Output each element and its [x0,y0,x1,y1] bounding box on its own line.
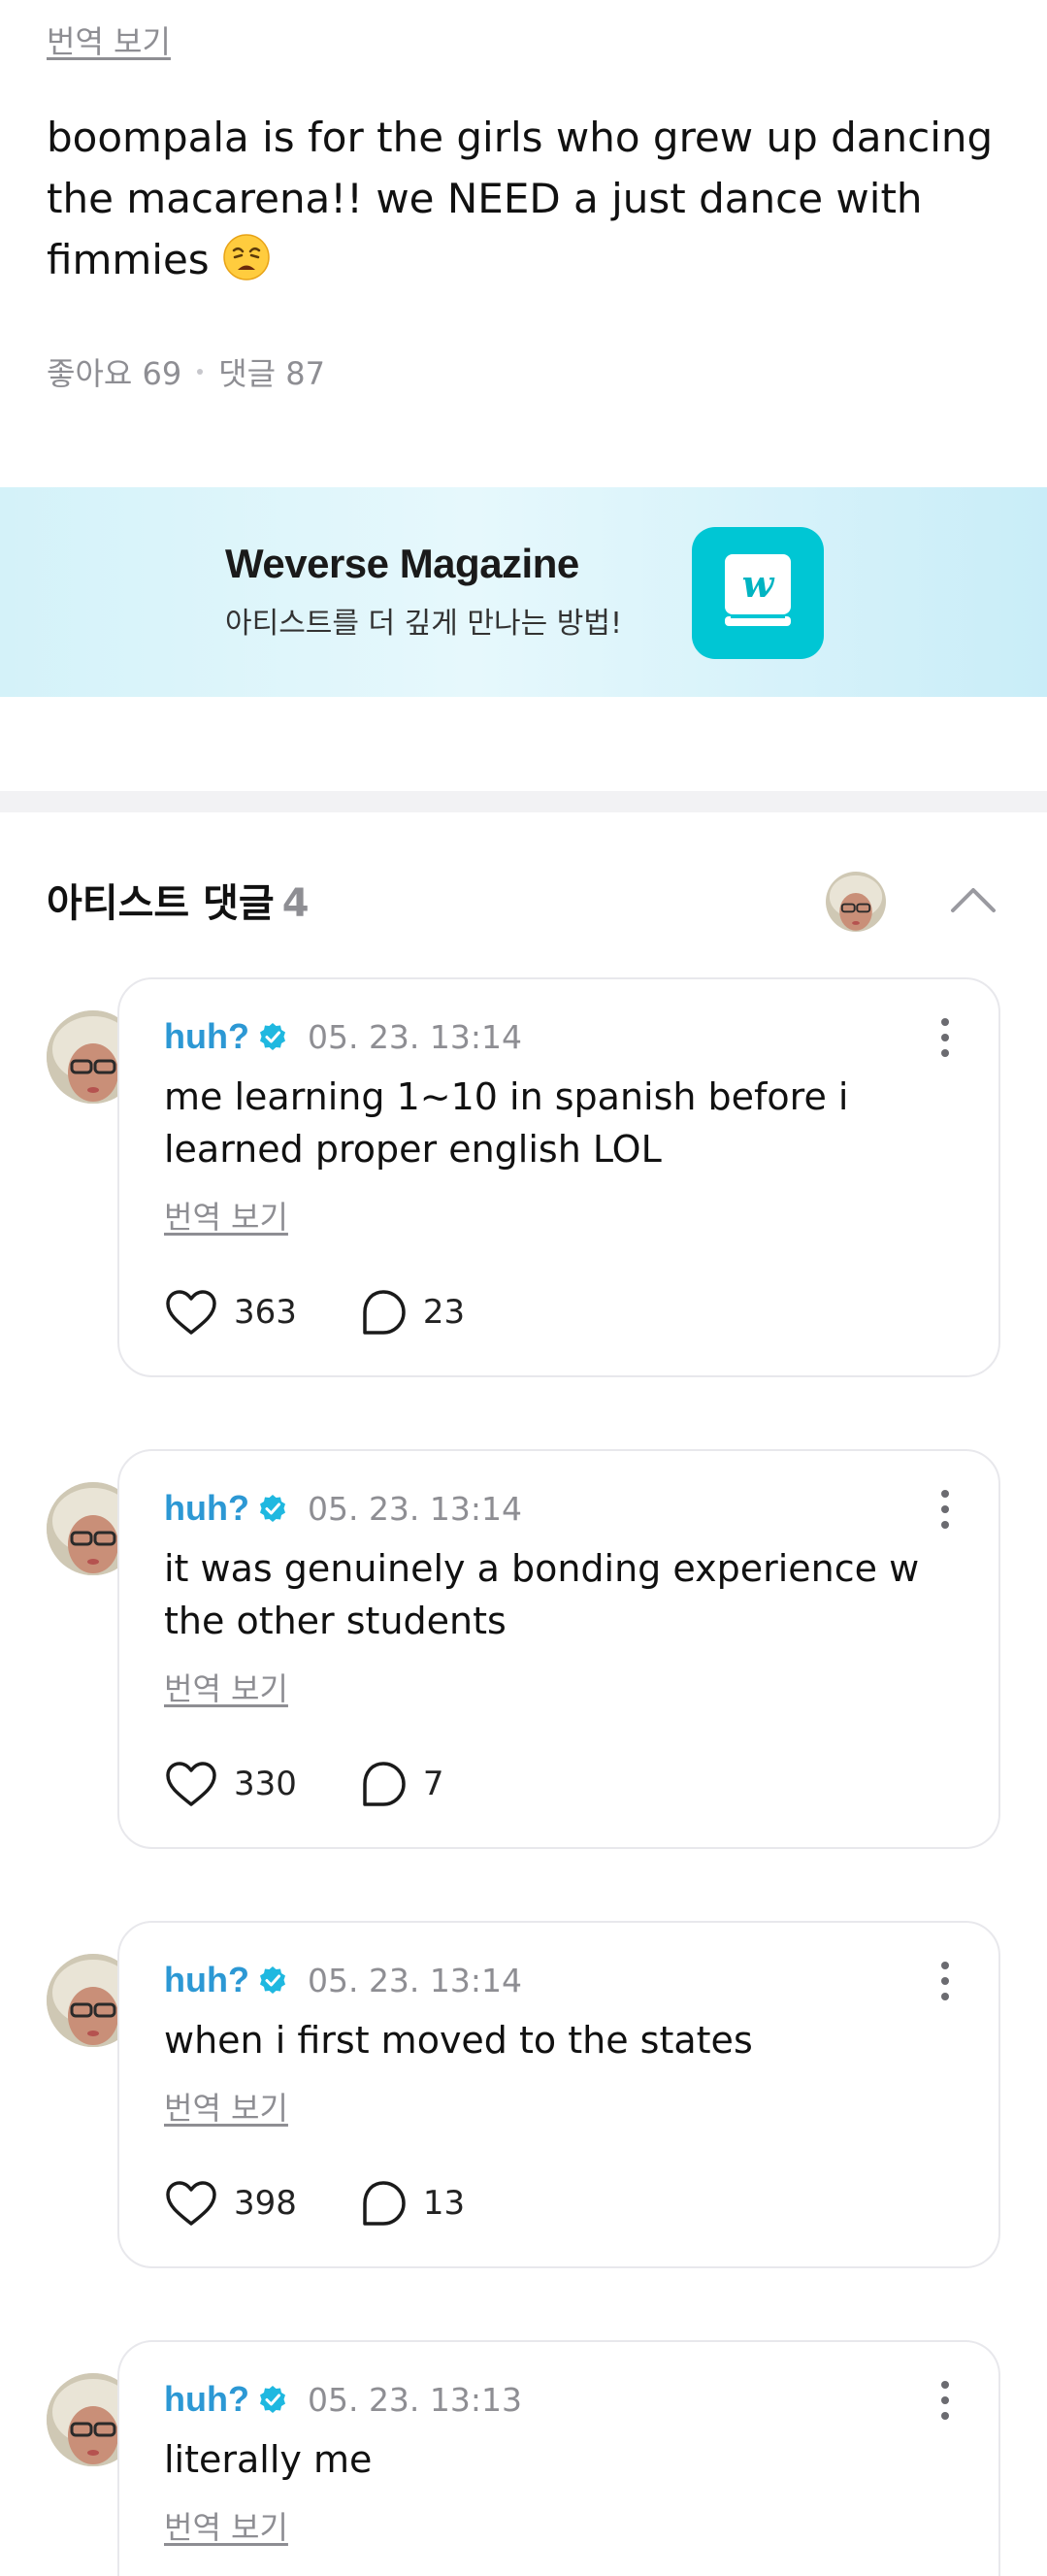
comment-actions: 398 13 [164,2179,465,2228]
reply-button[interactable]: 13 [359,2179,465,2228]
heart-icon [166,1290,216,1335]
comment-timestamp: 05. 23. 13:14 [307,1017,523,1056]
comment-meta: huh? 05. 23. 13:14 [164,1488,522,1529]
comment-card[interactable]: huh? 05. 23. 13:14 me learning 1~10 in s… [117,977,1000,1377]
speech-bubble-icon [363,1290,406,1335]
more-options-button[interactable] [931,2379,960,2422]
comment-text: it was genuinely a bonding experience w … [164,1547,920,1642]
comment-actions: 330 7 [164,1760,444,1808]
comment-translate-link[interactable]: 번역 보기 [164,1665,288,1709]
artist-comments-header: 아티스트 댓글 4 [47,872,1000,932]
reply-count: 7 [422,1765,444,1803]
section-divider [0,791,1047,812]
comments-count: 87 [285,355,325,392]
kebab-menu-icon [941,1490,949,1529]
author-name[interactable]: huh? [164,1016,249,1057]
svg-text:w: w [742,562,775,606]
banner-subtitle: 아티스트를 더 깊게 만나는 방법! [225,607,622,641]
comment-translate-link[interactable]: 번역 보기 [164,1193,288,1238]
heart-icon [166,2181,216,2226]
collapse-button[interactable] [939,872,1007,932]
comment-card[interactable]: huh? 05. 23. 13:13 literally me 번역 보기 [117,2340,1000,2576]
likes-stat[interactable]: 좋아요 69 [47,349,181,394]
speech-bubble-icon [363,2181,406,2226]
comment-actions: 363 23 [164,1288,465,1337]
chevron-up-icon [951,888,996,912]
comment-text: me learning 1~10 in spanish before i lea… [164,1075,849,1171]
comment-meta: huh? 05. 23. 13:14 [164,1960,522,2000]
verified-badge-icon [259,2386,285,2413]
comment-translate-link[interactable]: 번역 보기 [164,2084,288,2129]
author-name[interactable]: huh? [164,1960,249,2000]
post-stats: 좋아요 69 댓글 87 [47,349,325,394]
comment-timestamp: 05. 23. 13:13 [307,2380,523,2419]
post-translate-link[interactable]: 번역 보기 [47,17,171,62]
weverse-magazine-book-icon: w [692,527,824,659]
like-button[interactable]: 363 [164,1288,297,1337]
banner-title: Weverse Magazine [225,541,579,586]
like-count: 330 [234,1765,297,1803]
comment-timestamp: 05. 23. 13:14 [307,1489,523,1528]
comment-translate-link[interactable]: 번역 보기 [164,2503,288,2548]
author-name[interactable]: huh? [164,2379,249,2420]
verified-badge-icon [259,1023,285,1050]
weary-face-emoji-icon [223,234,270,281]
like-count: 363 [234,1293,297,1332]
weverse-magazine-banner[interactable]: Weverse Magazine 아티스트를 더 깊게 만나는 방법! w [0,487,1047,697]
reply-button[interactable]: 7 [359,1760,444,1808]
artist-comments-title: 아티스트 댓글 [47,881,275,926]
comments-stat[interactable]: 댓글 87 [218,349,325,394]
comment-card[interactable]: huh? 05. 23. 13:14 when i first moved to… [117,1921,1000,2268]
likes-count: 69 [142,355,182,392]
reply-count: 23 [422,1293,466,1332]
kebab-menu-icon [941,1018,949,1057]
reply-count: 13 [422,2184,466,2223]
comment-text: when i first moved to the states [164,2019,753,2062]
more-options-button[interactable] [931,1488,960,1531]
heart-icon [166,1762,216,1806]
comments-label: 댓글 [218,355,277,392]
comment-text: literally me [164,2438,373,2481]
speech-bubble-icon [363,1762,406,1806]
more-options-button[interactable] [931,1016,960,1059]
comment-meta: huh? 05. 23. 13:13 [164,2379,522,2420]
like-button[interactable]: 398 [164,2179,297,2228]
author-name[interactable]: huh? [164,1488,249,1529]
like-count: 398 [234,2184,297,2223]
kebab-menu-icon [941,1962,949,2000]
reply-button[interactable]: 23 [359,1288,465,1337]
post-text: boompala is for the girls who grew up da… [47,114,994,283]
comment-meta: huh? 05. 23. 13:14 [164,1016,522,1057]
kebab-menu-icon [941,2381,949,2420]
artist-comments-count: 4 [281,881,310,926]
verified-badge-icon [259,1495,285,1522]
artist-avatar[interactable] [826,872,886,932]
separator-dot [197,369,204,375]
verified-badge-icon [259,1966,285,1994]
post-body: boompala is for the girls who grew up da… [47,107,998,290]
comment-card[interactable]: huh? 05. 23. 13:14 it was genuinely a bo… [117,1449,1000,1849]
more-options-button[interactable] [931,1960,960,2002]
like-button[interactable]: 330 [164,1760,297,1808]
likes-label: 좋아요 [47,355,133,392]
comment-timestamp: 05. 23. 13:14 [307,1961,523,1999]
